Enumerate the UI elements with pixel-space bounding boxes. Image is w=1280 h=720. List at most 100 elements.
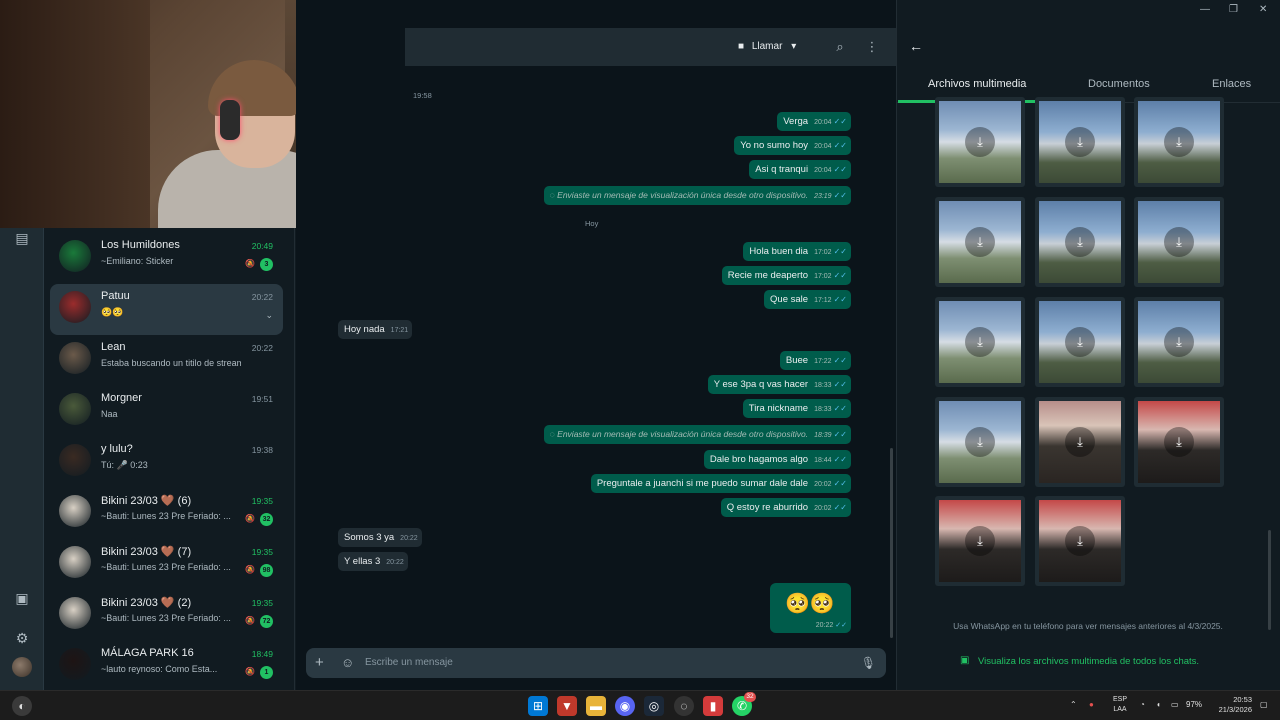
outgoing-message[interactable]: Que sale 17:12 ✓✓ (764, 290, 851, 309)
download-icon[interactable]: ⤓ (1065, 227, 1095, 257)
incoming-message[interactable]: Y ellas 3 20:22 (338, 552, 408, 571)
conversation-scrollbar[interactable] (890, 448, 893, 638)
download-icon[interactable]: ⤓ (965, 526, 995, 556)
chat-list-item[interactable]: Lean 20:22 Estaba buscando un titilo de st… (50, 335, 283, 386)
media-thumbnail[interactable]: ⤓ (1035, 97, 1125, 187)
download-icon[interactable]: ⤓ (965, 427, 995, 457)
obs-icon[interactable]: ◌ (674, 696, 694, 716)
webcam-background-door (0, 0, 150, 228)
view-once-notice[interactable]: ◌ Enviaste un mensaje de visualización ú… (543, 425, 851, 444)
back-arrow-icon[interactable]: ← (909, 38, 923, 54)
media-thumbnail[interactable]: ⤓ (1134, 97, 1224, 187)
download-icon[interactable]: ⤓ (1164, 227, 1194, 257)
outgoing-message[interactable]: Asi q tranqui 20:04 ✓✓ (749, 160, 851, 179)
outgoing-message[interactable]: Buee 17:22 ✓✓ (779, 351, 851, 370)
steam-icon[interactable]: ◎ (644, 696, 664, 716)
profile-avatar[interactable] (12, 657, 32, 677)
download-icon[interactable]: ⤓ (1164, 427, 1194, 457)
close-icon[interactable]: ✕ (1259, 4, 1267, 15)
outgoing-message[interactable]: Verga 20:04 ✓✓ (777, 112, 851, 131)
incoming-message[interactable]: Hoy nada 17:21 (338, 320, 413, 339)
media-thumbnail[interactable]: ⤓ (935, 97, 1025, 187)
download-icon[interactable]: ⤓ (965, 127, 995, 157)
download-icon[interactable]: ⤓ (1065, 427, 1095, 457)
message-input[interactable]: Escribe un mensaje (365, 657, 453, 668)
read-receipt-icon: ✓✓ (833, 503, 847, 512)
outgoing-message[interactable]: Recie me deaperto 17:02 ✓✓ (721, 266, 851, 285)
media-thumbnail[interactable]: ⤓ (1035, 397, 1125, 487)
download-icon[interactable]: ⤓ (1164, 127, 1194, 157)
call-button[interactable]: ■ Llamar ▾ (738, 38, 796, 56)
download-icon[interactable]: ⤓ (1065, 526, 1095, 556)
outgoing-message[interactable]: Preguntale a juanchi si me puedo sumar d… (590, 474, 851, 493)
incoming-message[interactable]: Somos 3 ya 20:22 (338, 528, 422, 547)
chat-list-item[interactable]: Bikini 23/03 🤎 (6) 19:35 ~Bauti: Lunes 23 … (50, 488, 283, 539)
tab-links[interactable]: Enlaces (1212, 78, 1251, 90)
message-time: 17:02 (814, 249, 832, 256)
media-thumbnail[interactable]: ⤓ (935, 197, 1025, 287)
chat-list-item[interactable]: MÁLAGA PARK 16 18:49 ~lauto reynoso: Como … (50, 641, 283, 690)
microphone-icon[interactable]: 🎙 (861, 654, 876, 672)
tray-microphone-icon[interactable]: ● (1089, 700, 1094, 709)
chat-list-item[interactable]: Bikini 23/03 🤎 (7) 19:35 ~Bauti: Lunes 23 … (50, 539, 283, 590)
chat-preview: ~Bauti: Lunes 23 Pre Feriado: ... (101, 511, 231, 521)
media-thumbnail[interactable]: ⤓ (935, 496, 1025, 586)
view-all-media-link[interactable]: Visualiza los archivos multimedia de tod… (978, 656, 1199, 667)
download-icon[interactable]: ⤓ (965, 327, 995, 357)
media-thumbnail[interactable]: ⤓ (1035, 297, 1125, 387)
emoji-message-bubble[interactable]: 🥺🥺 20:22 ✓✓ (770, 583, 851, 633)
tab-documents[interactable]: Documentos (1088, 78, 1150, 90)
attach-plus-icon[interactable]: + (315, 654, 324, 672)
wifi-icon[interactable]: ◔ (1140, 700, 1145, 709)
battery-icon[interactable]: ▭ (1171, 700, 1179, 709)
language-indicator[interactable]: ESP LAA (1110, 695, 1130, 715)
notification-icon[interactable]: ▢ (1260, 700, 1268, 709)
outgoing-message[interactable]: Yo no sumo hoy 20:04 ✓✓ (734, 136, 851, 155)
outgoing-message[interactable]: Tira nickname 18:33 ✓✓ (742, 399, 851, 418)
maximize-icon[interactable]: ❐ (1229, 4, 1238, 15)
minimize-icon[interactable]: — (1200, 4, 1210, 15)
outgoing-message[interactable]: Q estoy re aburrido 20:02 ✓✓ (720, 498, 851, 517)
media-thumbnail[interactable]: ⤓ (1035, 197, 1125, 287)
app-red-icon[interactable]: ▮ (703, 696, 723, 716)
taskbar-clock[interactable]: 20:53 21/3/2026 (1212, 695, 1252, 715)
media-thumbnail[interactable]: ⤓ (1134, 297, 1224, 387)
windows-start-icon[interactable]: ⊞ (528, 696, 548, 716)
menu-kebab-icon[interactable]: ⋮ (863, 38, 881, 56)
media-thumbnail[interactable]: ⤓ (1134, 397, 1224, 487)
chat-list-item[interactable]: Patuu 20:22 🥺🥺 ⌄ (50, 284, 283, 335)
chat-list-item[interactable]: y lulu? 19:38 Tú: 🎤 0:23 (50, 437, 283, 488)
media-thumbnail[interactable]: ⤓ (1134, 197, 1224, 287)
discord-icon[interactable]: ◉ (615, 696, 635, 716)
settings-gear-icon[interactable]: ⚙ (12, 628, 32, 648)
outgoing-message[interactable]: Y ese 3pa q vas hacer 18:33 ✓✓ (707, 375, 851, 394)
chat-list-item[interactable]: Morgner 19:51 Naa (50, 386, 283, 437)
tray-chevron-up-icon[interactable]: ⌃ (1070, 700, 1077, 709)
media-thumbnail[interactable]: ⤓ (935, 297, 1025, 387)
file-explorer-icon[interactable]: ▬ (586, 696, 606, 716)
view-once-notice[interactable]: ◌ Enviaste un mensaje de visualización ú… (543, 186, 851, 205)
search-icon[interactable]: ⌕ (831, 38, 849, 56)
media-thumbnail[interactable]: ⤓ (935, 397, 1025, 487)
read-receipt-icon: ✓✓ (833, 295, 847, 304)
media-thumbnail[interactable]: ⤓ (1035, 496, 1125, 586)
status-icon[interactable]: ▤ (12, 228, 32, 248)
volume-icon[interactable]: ◖ (1156, 700, 1161, 709)
outgoing-message[interactable]: Hola buen dia 17:02 ✓✓ (743, 242, 851, 261)
brave-browser-icon[interactable]: ▼ (557, 696, 577, 716)
media-scrollbar[interactable] (1268, 530, 1271, 630)
chevron-down-icon[interactable]: ⌄ (265, 310, 273, 321)
archived-media-icon[interactable]: ▣ (12, 588, 32, 608)
download-icon[interactable]: ⤓ (1065, 327, 1095, 357)
chat-list-item[interactable]: Bikini 23/03 🤎 (2) 19:35 ~Bauti: Lunes 23 … (50, 590, 283, 641)
chat-list-item[interactable]: Los Humildones 20:49 ~Emiliano: Sticker 🔕 3 (50, 233, 283, 284)
sticker-emoji-icon[interactable]: ☺ (341, 654, 354, 672)
widgets-icon[interactable]: ◐ (12, 696, 32, 716)
download-icon[interactable]: ⤓ (1164, 327, 1194, 357)
tab-media[interactable]: Archivos multimedia (928, 78, 1026, 90)
outgoing-message[interactable]: Dale bro hagamos algo 18:44 ✓✓ (703, 450, 851, 469)
download-icon[interactable]: ⤓ (965, 227, 995, 257)
chat-time: 19:51 (251, 394, 273, 404)
message-time: 20:22 (400, 535, 418, 542)
download-icon[interactable]: ⤓ (1065, 127, 1095, 157)
